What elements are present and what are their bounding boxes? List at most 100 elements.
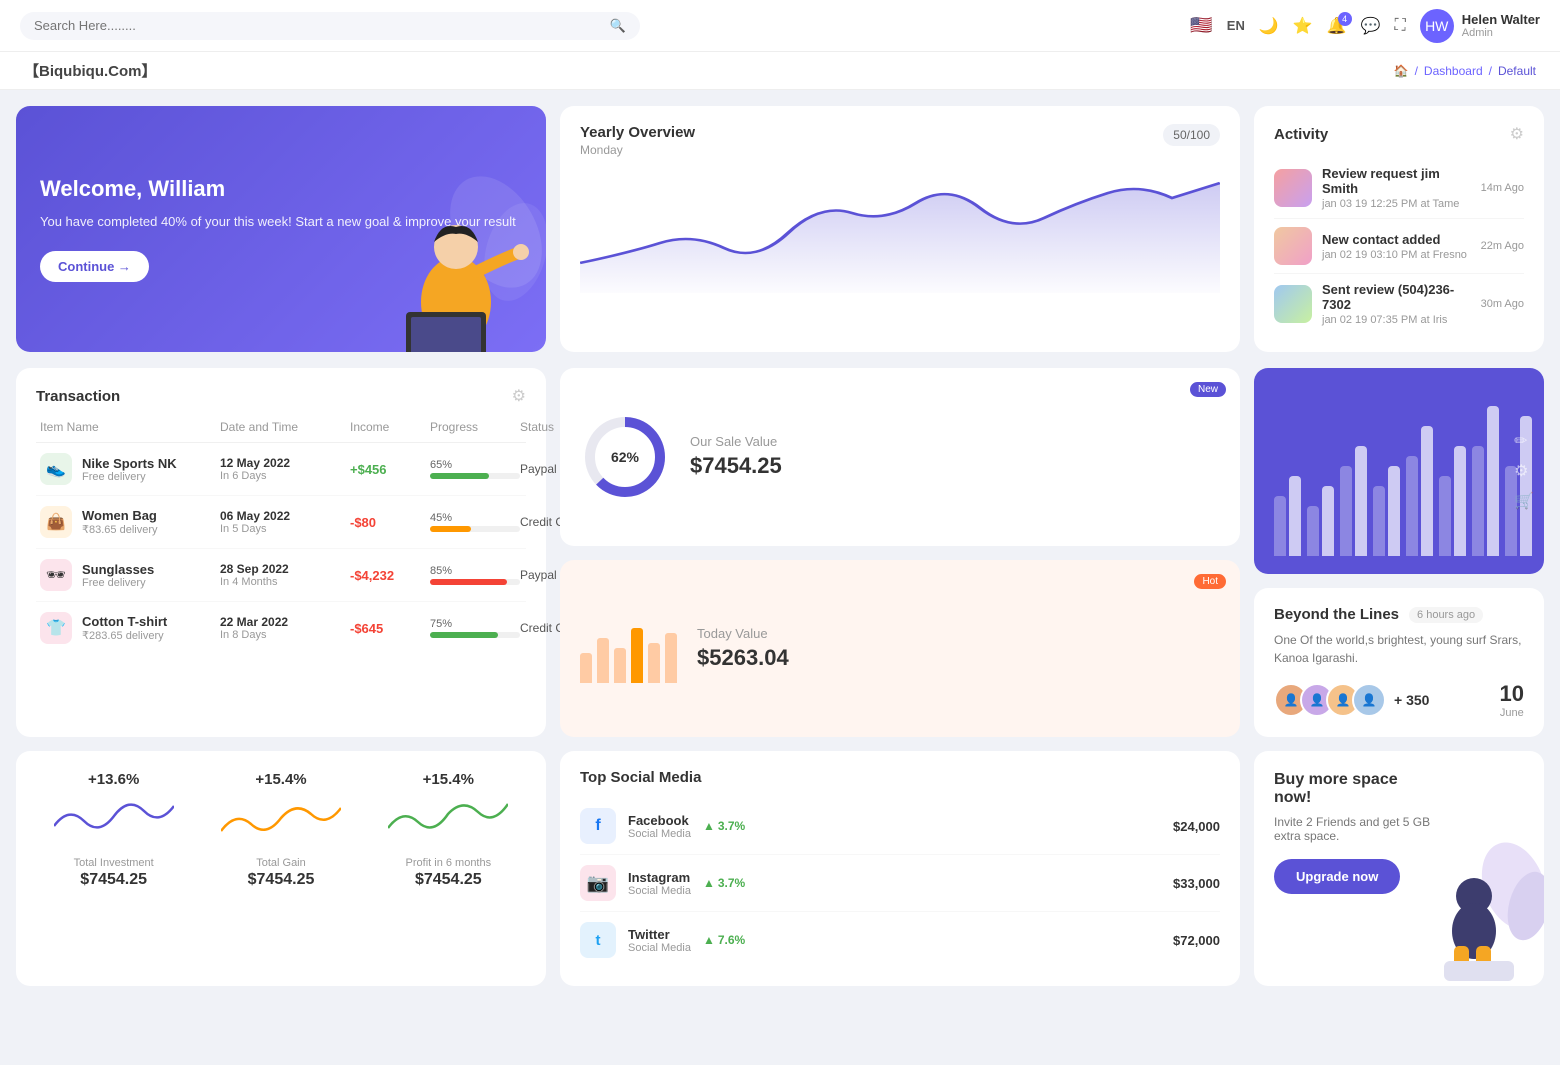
wave-chart-2: [221, 796, 341, 846]
activity-card: Activity ⚙ Review request jim Smith jan …: [1254, 106, 1544, 352]
tw-value: $72,000: [1173, 933, 1220, 948]
act-title-2: New contact added: [1322, 232, 1471, 247]
transaction-settings-icon[interactable]: ⚙: [512, 386, 526, 406]
list-item: 📷 Instagram Social Media ▲ 3.7% $33,000: [580, 855, 1220, 912]
act-title-3: Sent review (504)236-7302: [1322, 282, 1471, 312]
breadcrumb: 🏠 / Dashboard / Default: [1394, 64, 1536, 78]
stat-value-1: $7454.25: [40, 871, 187, 889]
beyond-title: Beyond the Lines: [1274, 606, 1399, 623]
stat-item-3: +15.4% Profit in 6 months $7454.25: [375, 771, 522, 966]
hot-badge: Hot: [1194, 574, 1226, 589]
col-date: Date and Time: [220, 420, 350, 434]
income-1: +$456: [350, 462, 430, 477]
user-info[interactable]: HW Helen Walter Admin: [1420, 9, 1540, 43]
twitter-icon: t: [580, 922, 616, 958]
transaction-card: Transaction ⚙ Item Name Date and Time In…: [16, 368, 546, 737]
stats-card: +13.6% Total Investment $7454.25 +15.4% …: [16, 751, 546, 986]
search-input[interactable]: [34, 18, 602, 33]
beyond-header: Beyond the Lines 6 hours ago: [1274, 606, 1524, 623]
date-info-4: 22 Mar 2022 In 8 Days: [220, 615, 350, 641]
beyond-footer: 👤 👤 👤 👤 + 350 10 June: [1274, 681, 1524, 719]
social-card: Top Social Media f Facebook Social Media…: [560, 751, 1240, 986]
yearly-overview-card: Yearly Overview Monday 50/100: [560, 106, 1240, 352]
fb-sub: Social Media: [628, 828, 691, 840]
act-time-1: 14m Ago: [1481, 182, 1524, 194]
user-name: Helen Walter: [1462, 12, 1540, 27]
sale-new-info: Our Sale Value $7454.25: [690, 434, 782, 479]
fullscreen-icon[interactable]: ⛶: [1395, 17, 1406, 35]
item-info-1: 👟 Nike Sports NK Free delivery: [40, 453, 220, 485]
list-item: f Facebook Social Media ▲ 3.7% $24,000: [580, 798, 1220, 855]
right-column: ✏ ⚙ 🛒 Beyond the Lines 6 hours ago One O…: [1254, 368, 1544, 737]
plus-count: + 350: [1394, 692, 1429, 708]
ig-name: Instagram: [628, 870, 691, 885]
col-income: Income: [350, 420, 430, 434]
table-row: 🕶 Sunglasses Free delivery 28 Sep 2022 I…: [36, 549, 526, 602]
activity-settings-icon[interactable]: ⚙: [1510, 124, 1524, 144]
continue-button[interactable]: Continue →: [40, 251, 149, 282]
sale-hot-card: Hot Today Value $5263.04: [560, 560, 1240, 738]
sale-hot-label: Today Value: [697, 626, 789, 641]
stat-item-1: +13.6% Total Investment $7454.25: [40, 771, 187, 966]
home-icon[interactable]: 🏠: [1394, 64, 1409, 78]
date-month: June: [1500, 707, 1524, 719]
notification-icon[interactable]: 🔔 4: [1327, 16, 1347, 36]
ig-pct: ▲ 3.7%: [703, 876, 745, 890]
chat-icon[interactable]: 💬: [1361, 16, 1381, 36]
second-row: Transaction ⚙ Item Name Date and Time In…: [0, 368, 1560, 751]
ig-value: $33,000: [1173, 876, 1220, 891]
yearly-badge: 50/100: [1163, 124, 1220, 146]
upgrade-button[interactable]: Upgrade now: [1274, 859, 1400, 894]
item-name-2: Women Bag: [82, 508, 158, 523]
sale-new-card: New 62% Our Sale Value $7454.25: [560, 368, 1240, 546]
bookmark-icon[interactable]: ⭐: [1293, 16, 1313, 36]
lang-label[interactable]: EN: [1227, 18, 1245, 33]
promo-content: Buy more space now! Invite 2 Friends and…: [1274, 771, 1434, 894]
item-icon-1: 👟: [40, 453, 72, 485]
fb-name: Facebook: [628, 813, 691, 828]
col-progress: Progress: [430, 420, 520, 434]
promo-card: Buy more space now! Invite 2 Friends and…: [1254, 751, 1544, 986]
act-sub-1: jan 03 19 12:25 PM at Tame: [1322, 198, 1471, 210]
edit-icon[interactable]: ✏: [1514, 431, 1534, 451]
topnav-right: 🇺🇸 EN 🌙 ⭐ 🔔 4 💬 ⛶ HW Helen Walter Admin: [1190, 9, 1540, 43]
settings-icon[interactable]: ⚙: [1514, 461, 1534, 481]
stat-pct-2: +15.4%: [207, 771, 354, 788]
activity-item: Sent review (504)236-7302 jan 02 19 07:3…: [1274, 274, 1524, 334]
activity-item: New contact added jan 02 19 03:10 PM at …: [1274, 219, 1524, 274]
act-avatar-2: [1274, 227, 1312, 265]
welcome-illustration: [346, 172, 546, 352]
svg-text:62%: 62%: [611, 449, 640, 465]
transaction-header: Transaction ⚙: [36, 386, 526, 406]
item-name-4: Cotton T-shirt: [82, 614, 167, 629]
breadcrumb-dashboard[interactable]: Dashboard: [1424, 64, 1483, 78]
beyond-card: Beyond the Lines 6 hours ago One Of the …: [1254, 588, 1544, 737]
ig-sub: Social Media: [628, 885, 691, 897]
tw-pct: ▲ 7.6%: [703, 933, 745, 947]
sale-new-value: $7454.25: [690, 453, 782, 479]
sales-column: New 62% Our Sale Value $7454.25 Hot: [560, 368, 1240, 737]
table-row: 👕 Cotton T-shirt ₹283.65 delivery 22 Mar…: [36, 602, 526, 654]
social-info-ig: Instagram Social Media: [628, 870, 691, 897]
wave-chart-1: [54, 796, 174, 846]
social-title: Top Social Media: [580, 769, 1220, 786]
promo-title: Buy more space now!: [1274, 771, 1434, 807]
search-bar[interactable]: 🔍: [20, 12, 640, 40]
cart-icon[interactable]: 🛒: [1514, 491, 1534, 511]
stat-label-1: Total Investment: [40, 857, 187, 869]
item-details-2: Women Bag ₹83.65 delivery: [82, 508, 158, 536]
social-info-tw: Twitter Social Media: [628, 927, 691, 954]
col-item-name: Item Name: [40, 420, 220, 434]
yearly-card-title: Yearly Overview: [580, 124, 695, 141]
item-info-2: 👜 Women Bag ₹83.65 delivery: [40, 506, 220, 538]
progress-4: 75%: [430, 618, 520, 638]
yearly-card-info: Yearly Overview Monday: [580, 124, 695, 157]
date-info-3: 28 Sep 2022 In 4 Months: [220, 562, 350, 588]
breadcrumb-default[interactable]: Default: [1498, 64, 1536, 78]
item-icon-3: 🕶: [40, 559, 72, 591]
stat-pct-3: +15.4%: [375, 771, 522, 788]
dark-mode-toggle[interactable]: 🌙: [1259, 16, 1279, 36]
stat-item-2: +15.4% Total Gain $7454.25: [207, 771, 354, 966]
promo-illustration: [1414, 836, 1544, 986]
yearly-card-subtitle: Monday: [580, 143, 695, 157]
